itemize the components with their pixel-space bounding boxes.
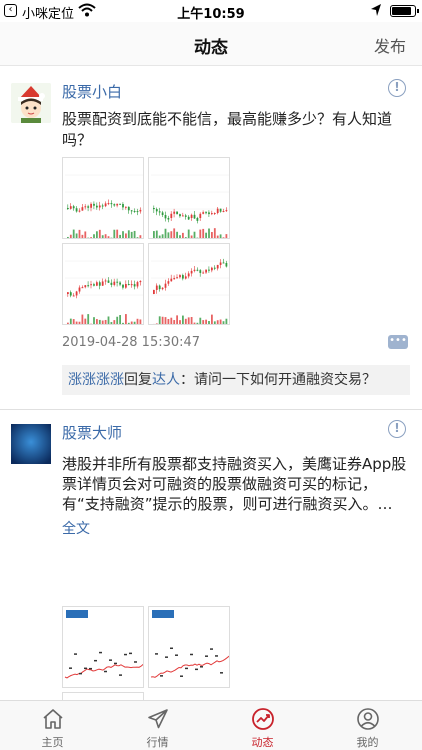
reply-from-user[interactable]: 涨涨涨涨 (68, 372, 124, 388)
avatar[interactable] (11, 83, 51, 123)
post-card: 股票大师 ! 港股并非所有股票都支持融资买入，美鹰证券App股票详情页会对可融资… (0, 410, 422, 700)
post-username[interactable]: 股票大师 (62, 422, 122, 443)
stock-chart-image[interactable] (62, 606, 144, 688)
post-username[interactable]: 股票小白 (62, 81, 122, 102)
tab-profile[interactable]: 我的 (315, 701, 420, 750)
comment-icon[interactable]: ••• (388, 335, 408, 349)
trend-icon (252, 708, 274, 730)
post-timestamp: 2019-04-28 15:30:47 (62, 335, 201, 350)
tab-label: 行情 (146, 736, 169, 749)
stock-chart-image[interactable] (62, 243, 144, 325)
paper-plane-icon (148, 709, 168, 729)
blue-texture-avatar-icon (11, 424, 51, 464)
tab-home[interactable]: 主页 (0, 701, 105, 750)
reply-text: ：请问一下如何开通融资交易？ (180, 372, 376, 388)
candlestick-chart-icon (63, 693, 143, 700)
tab-market[interactable]: 行情 (105, 701, 210, 750)
stock-chart-image[interactable] (148, 243, 230, 325)
publish-button[interactable]: 发布 (374, 33, 406, 57)
tab-label: 动态 (251, 736, 274, 749)
report-icon[interactable]: ! (388, 79, 406, 97)
nav-bar: 动态 发布 (0, 22, 422, 66)
candlestick-chart-icon (63, 244, 143, 324)
stock-chart-image[interactable] (62, 692, 144, 700)
reply-verb: 回复 (124, 372, 152, 388)
battery-level (392, 7, 411, 15)
candlestick-chart-icon (149, 158, 229, 238)
cartoon-avatar-icon (11, 83, 51, 123)
trend-chart-icon (149, 607, 229, 687)
post-content: 港股并非所有股票都支持融资买入，美鹰证券App股票详情页会对可融资的股票做融资可… (62, 455, 407, 513)
report-icon[interactable]: ! (388, 420, 406, 438)
post-card: 股票小白 ! 股票配资到底能不能信，最高能赚多少？有人知道吗？ 2019-04-… (0, 67, 422, 407)
status-time: 上午10:59 (177, 7, 245, 22)
tab-label: 主页 (41, 736, 64, 749)
status-bar: ‹ 小咪定位 上午10:59 (0, 0, 422, 22)
home-icon (43, 709, 63, 729)
stock-chart-image[interactable] (62, 157, 144, 239)
stock-chart-image[interactable] (148, 157, 230, 239)
trend-chart-icon (63, 607, 143, 687)
reply-comment[interactable]: 涨涨涨涨回复达人：请问一下如何开通融资交易？ (62, 365, 410, 395)
profile-icon (357, 708, 379, 730)
avatar[interactable] (11, 424, 51, 464)
location-arrow-icon (371, 4, 381, 16)
post-content: 股票配资到底能不能信，最高能赚多少？有人知道吗？ (62, 110, 393, 149)
battery-icon (390, 5, 419, 17)
tab-feed[interactable]: 动态 (210, 701, 315, 750)
feed[interactable]: 股票小白 ! 股票配资到底能不能信，最高能赚多少？有人知道吗？ 2019-04-… (0, 67, 422, 700)
full-text-link[interactable]: 全文 (62, 518, 90, 538)
page-title: 动态 (194, 38, 228, 58)
reply-to-user[interactable]: 达人 (152, 372, 180, 388)
tab-label: 我的 (356, 736, 379, 749)
candlestick-chart-icon (149, 244, 229, 324)
tab-bar: 主页 行情 动态 我的 (0, 700, 422, 750)
candlestick-chart-icon (63, 158, 143, 238)
stock-chart-image[interactable] (148, 606, 230, 688)
